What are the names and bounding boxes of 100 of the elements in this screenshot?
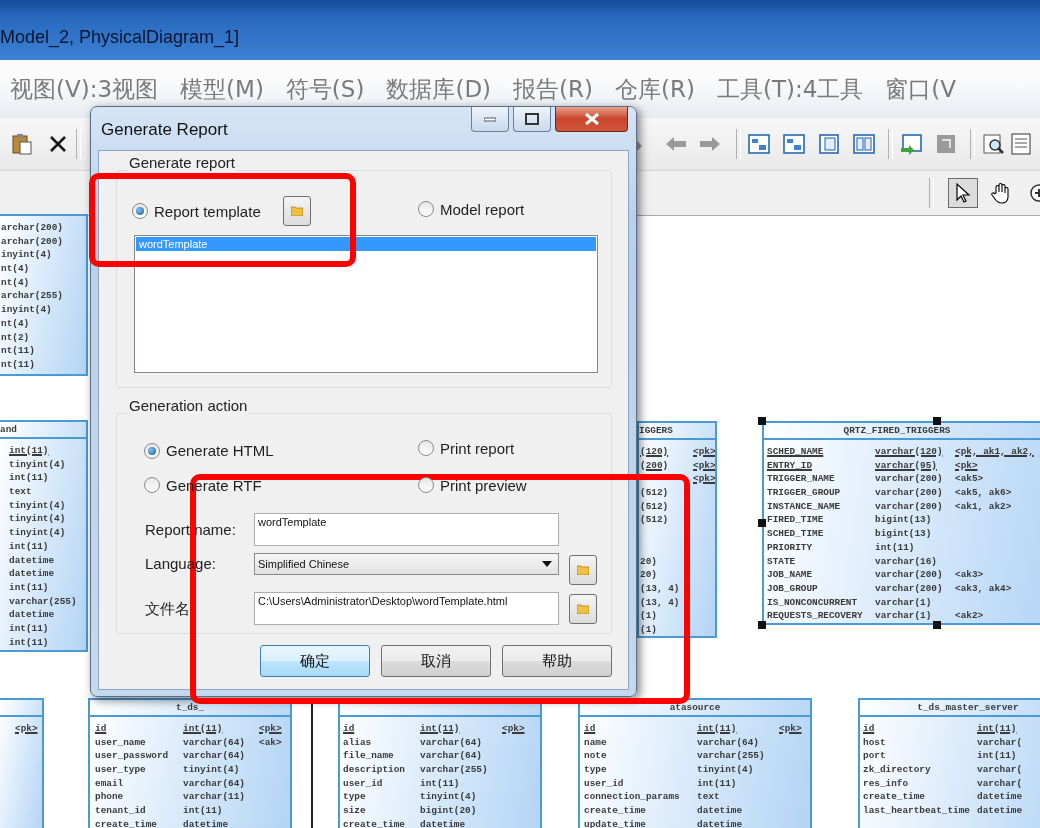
key-label: <ak3> — [955, 568, 985, 582]
data-type: (13, 4) — [640, 595, 681, 610]
column-name: name — [584, 735, 608, 750]
column-name: user_id — [584, 776, 625, 791]
data-type: text — [697, 790, 721, 805]
window-icon[interactable] — [747, 132, 771, 156]
column-name: tenant_id — [95, 804, 147, 818]
data-type: int(11) — [875, 540, 916, 555]
selection-handle[interactable] — [758, 519, 766, 527]
key-label: <pk> — [259, 722, 283, 736]
data-type: nt(4) — [1, 262, 31, 276]
selection-handle[interactable] — [933, 417, 941, 425]
radio-button[interactable]: Model report — [418, 200, 525, 218]
language-dropdown[interactable]: Simplified Chinese — [254, 553, 559, 575]
data-type: int(11) — [420, 722, 461, 736]
input-field[interactable]: wordTemplate — [254, 513, 559, 546]
table-title: IGGERS — [639, 425, 673, 436]
data-type: int(11) — [977, 749, 1018, 764]
menu-item[interactable]: 仓库(R) — [615, 76, 695, 103]
data-type: varchar(255) — [697, 749, 766, 764]
entity-table[interactable]: archar(200) archar(200) inyint(4) nt(4) nt(4) archar(255) inyint(4) nt(4) nt(2) nt(11) nt(11) — [0, 214, 88, 376]
magnifier-icon[interactable] — [981, 132, 1005, 156]
arrow-box-icon[interactable] — [899, 132, 923, 156]
data-type: datetime — [9, 567, 55, 581]
input-field[interactable]: C:\Users\Administrator\Desktop\wordTemplate.html — [254, 592, 559, 625]
data-type: int(11) — [9, 580, 50, 595]
data-type: varchar(64) — [420, 749, 483, 764]
browse-button[interactable] — [569, 555, 597, 585]
entity-table[interactable]: atasource id int(11) <pk> name varchar(64) note varchar(255) type tinyint(4) user_id int(11) connection_params text create_time datetime update_time datetime — [578, 698, 812, 828]
browse-button[interactable] — [569, 594, 597, 624]
entity-table[interactable]: <pk> — [0, 698, 44, 828]
entity-table[interactable]: t_ds_ id int(11) <pk> user_name varchar(64) <ak> user_password varchar(64) user_type tinyint(4) email varchar(64) phone varchar(11) tenant_id int(11) create_time datetime — [88, 698, 292, 828]
menu-item[interactable]: 数据库(D) — [386, 76, 492, 103]
menu-item[interactable]: 视图(V):3视图 — [10, 76, 159, 103]
data-type: varchar(200) — [875, 499, 944, 514]
column-name: TRIGGER_GROUP — [767, 486, 842, 500]
data-type: int(11) — [697, 722, 738, 736]
box-icon[interactable] — [934, 132, 958, 156]
menu-item[interactable]: 模型(M) — [180, 76, 264, 103]
data-type: varchar( — [977, 763, 1023, 777]
data-type: datetime — [420, 817, 466, 828]
selection-handle[interactable] — [933, 621, 941, 629]
close-button[interactable] — [555, 107, 628, 132]
menu-item[interactable]: 工具(T):4工具 — [716, 76, 864, 103]
data-type: archar(200) — [1, 221, 64, 235]
page-icon[interactable] — [817, 132, 841, 156]
data-type: varchar(200) — [875, 581, 944, 596]
data-type: tinyint(4) — [9, 526, 67, 540]
caret-icon — [542, 561, 552, 567]
entity-table[interactable]: t_ds_master_server id int(11) host varchar( port int(11) zk_directory varchar( res_info varchar( create_time datetime last_heartbeat_time datetime — [858, 698, 1040, 828]
data-type: nt(11) — [1, 344, 36, 358]
column-name: port — [863, 749, 887, 764]
data-type: int(11) — [9, 444, 50, 458]
radio-button[interactable]: Report template — [132, 202, 261, 220]
entity-table[interactable] — [762, 421, 1040, 625]
selection-handle[interactable] — [758, 621, 766, 629]
window-icon[interactable] — [782, 132, 806, 156]
data-type: datetime — [697, 804, 743, 818]
column-name: PRIORITY — [767, 540, 813, 555]
entity-table[interactable]: and int(11) tinyint(4) int(11) text tinyint(4) tinyint(4) tinyint(4) int(11) datetime datetime int(11) varchar(255) datetime int(11) int(11) — [0, 420, 88, 652]
clipboard-icon[interactable] — [10, 132, 34, 156]
data-type: int(11) — [9, 621, 50, 636]
data-type: varchar(95) — [875, 458, 938, 473]
entity-table[interactable]: IGGERS (120) <pk> (200) <pk> <pk> (512) (512) (512) 20) 20) (13, 4) (13, 4) (1) (1) — [637, 421, 717, 638]
radio-button[interactable]: Print preview — [418, 476, 527, 494]
maximize-button[interactable] — [513, 107, 551, 132]
browse-button[interactable] — [282, 196, 311, 226]
data-type: varchar(64) — [697, 735, 760, 750]
column-name: FIRED_TIME — [767, 513, 825, 528]
minimize-button[interactable] — [471, 107, 509, 132]
data-type: int(11) — [697, 776, 738, 791]
column-name: email — [95, 776, 125, 791]
data-type: varchar(200) — [875, 568, 944, 582]
key-label: <ak1, ak2> — [955, 499, 1013, 514]
data-type: varchar(200) — [875, 486, 944, 500]
menu-item[interactable]: 窗口(V — [885, 76, 957, 103]
column-name: type — [343, 790, 367, 805]
radio-button[interactable]: Print report — [418, 439, 515, 457]
dialog-button[interactable]: 帮助 — [502, 645, 612, 677]
table-title: atasource — [669, 702, 721, 713]
data-type: (512) — [640, 486, 670, 500]
menu-item[interactable]: 报告(R) — [513, 76, 593, 103]
column-name: STATE — [767, 554, 797, 569]
column-name: create_time — [584, 804, 647, 818]
data-type: nt(4) — [1, 316, 31, 331]
data-type: archar(200) — [1, 234, 64, 249]
data-type: varchar(255) — [420, 763, 489, 777]
data-type: int(11) — [9, 635, 50, 650]
dialog-button[interactable]: 取消 — [381, 645, 491, 677]
radio-button[interactable]: Generate HTML — [144, 442, 274, 460]
menu-item[interactable]: 符号(S) — [285, 76, 365, 103]
data-type: datetime — [977, 804, 1023, 818]
data-type: varchar( — [977, 735, 1023, 750]
pages-icon[interactable] — [852, 132, 876, 156]
dialog-button[interactable]: 确定 — [260, 645, 370, 677]
key-label: <pk> — [693, 472, 715, 487]
selection-handle[interactable] — [758, 417, 766, 425]
data-type: (512) — [640, 499, 670, 514]
data-type: varchar(64) — [183, 735, 246, 750]
data-type: (200) — [640, 458, 670, 473]
